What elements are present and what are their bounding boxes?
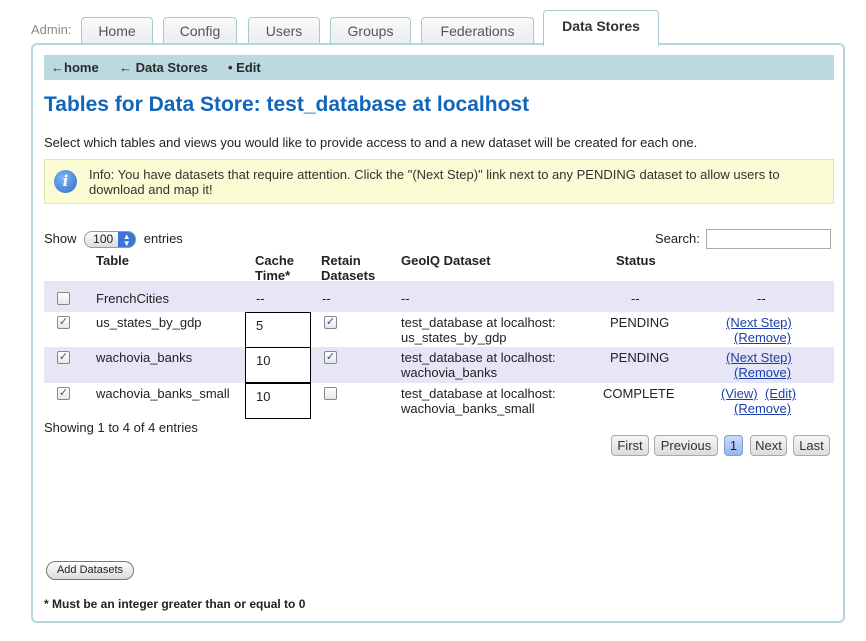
next-step-link-text[interactable]: (Next Step) (726, 350, 792, 365)
dataset-value: test_database at localhost: us_states_by… (401, 315, 556, 345)
edit-link[interactable]: (Edit) (765, 386, 796, 401)
breadcrumb-edit: • Edit (228, 60, 261, 75)
remove-link-text[interactable]: (Remove) (734, 330, 791, 345)
next-page-button[interactable]: Next (750, 435, 787, 456)
row-select-checkbox[interactable]: ✓ (57, 316, 70, 329)
main-panel: ←home ← Data Stores • Edit Tables for Da… (31, 43, 845, 623)
dataset-table: us_states_by_gdp (401, 330, 507, 345)
dataset-value: test_database at localhost: wachovia_ban… (401, 350, 556, 380)
retain-datasets-checkbox[interactable]: ✓ (324, 316, 337, 329)
tab-config[interactable]: Config (163, 17, 237, 44)
table-row: ✓ wachovia_banks_small 10 test_database … (44, 383, 834, 419)
entries-select[interactable]: 100 ▲ ▼ (84, 231, 137, 249)
table-name: wachovia_banks (96, 350, 193, 365)
remove-link[interactable]: (Remove) (734, 365, 791, 380)
search-label: Search: (655, 231, 700, 246)
row-select-checkbox[interactable]: ✓ (57, 387, 70, 400)
page-description: Select which tables and views you would … (44, 135, 698, 150)
dataset-store: test_database at localhost: (401, 315, 556, 330)
current-page-button[interactable]: 1 (724, 435, 743, 456)
next-step-link[interactable]: (Next Step) (726, 350, 792, 365)
column-header-retain-line1: Retain (321, 253, 361, 268)
column-header-cache-line1: Cache (255, 253, 295, 268)
last-page-button[interactable]: Last (793, 435, 830, 456)
page-title: Tables for Data Store: test_database at … (44, 93, 530, 116)
column-header-geoiq-dataset[interactable]: GeoIQ Dataset (401, 253, 491, 268)
next-step-link-text[interactable]: (Next Step) (726, 315, 792, 330)
status-badge: PENDING (610, 315, 670, 330)
dataset-value: test_database at localhost: wachovia_ban… (401, 386, 556, 416)
column-header-status[interactable]: Status (616, 253, 656, 268)
column-header-table[interactable]: Table (96, 253, 129, 268)
tab-users[interactable]: Users (248, 17, 320, 44)
row-select-checkbox[interactable] (57, 292, 70, 305)
table-name: wachovia_banks_small (96, 386, 230, 401)
table-name: FrenchCities (96, 291, 169, 306)
previous-page-button[interactable]: Previous (654, 435, 718, 456)
row-select-checkbox[interactable]: ✓ (57, 351, 70, 364)
status-badge: COMPLETE (603, 386, 675, 401)
add-datasets-button[interactable]: Add Datasets (46, 561, 134, 580)
tab-data-stores[interactable]: Data Stores (543, 10, 659, 46)
cache-time-input[interactable]: 10 (245, 347, 311, 383)
cache-time-input[interactable]: 10 (245, 383, 311, 419)
edit-link-text[interactable]: (Edit) (765, 386, 796, 401)
show-entries: Show 100 ▲ ▼ entries (44, 231, 183, 249)
show-label: Show (44, 231, 77, 246)
dataset-store: test_database at localhost: (401, 386, 556, 401)
next-step-link[interactable]: (Next Step) (726, 315, 792, 330)
table-row: FrenchCities -- -- -- -- -- (44, 281, 834, 312)
search-input[interactable] (706, 229, 831, 249)
dataset-value: -- (401, 291, 410, 306)
tab-home[interactable]: Home (81, 17, 153, 44)
cache-time-input[interactable]: 5 (245, 312, 311, 348)
remove-link[interactable]: (Remove) (734, 401, 791, 416)
entries-label: entries (143, 231, 183, 246)
view-link-text[interactable]: (View) (721, 386, 758, 401)
column-header-cache-time[interactable]: Cache Time* (255, 253, 294, 283)
footnote: * Must be an integer greater than or equ… (44, 597, 306, 611)
info-message: Info: You have datasets that require att… (89, 167, 780, 197)
remove-link-text[interactable]: (Remove) (734, 401, 791, 416)
tab-federations[interactable]: Federations (421, 17, 534, 44)
admin-label: Admin: (31, 22, 72, 37)
table-row: ✓ us_states_by_gdp 5 ✓ test_database at … (44, 312, 834, 348)
dataset-table: wachovia_banks (401, 365, 498, 380)
status-value: -- (631, 291, 640, 306)
breadcrumb-data-stores-link[interactable]: ← Data Stores (119, 60, 208, 75)
entries-select-value: 100 (93, 232, 114, 247)
remove-link-text[interactable]: (Remove) (734, 365, 791, 380)
view-link[interactable]: (View) (721, 386, 758, 401)
dataset-table: wachovia_banks_small (401, 401, 535, 416)
table-row: ✓ wachovia_banks 10 ✓ test_database at l… (44, 347, 834, 383)
table-name: us_states_by_gdp (96, 315, 202, 330)
info-icon: i (54, 170, 77, 193)
actions-value: -- (757, 291, 766, 306)
breadcrumb: ←home ← Data Stores • Edit (44, 55, 834, 80)
cache-time-value: -- (256, 291, 265, 306)
first-page-button[interactable]: First (611, 435, 649, 456)
info-banner: i Info: You have datasets that require a… (44, 159, 834, 204)
showing-entries-text: Showing 1 to 4 of 4 entries (44, 420, 198, 435)
column-header-retain[interactable]: Retain Datasets (321, 253, 375, 283)
status-badge: PENDING (610, 350, 670, 365)
retain-datasets-checkbox[interactable]: ✓ (324, 351, 337, 364)
tab-groups[interactable]: Groups (330, 17, 411, 44)
updown-arrow-icon: ▲ ▼ (118, 232, 136, 248)
dataset-store: test_database at localhost: (401, 350, 556, 365)
retain-datasets-checkbox[interactable] (324, 387, 337, 400)
remove-link[interactable]: (Remove) (734, 330, 791, 345)
retain-value: -- (322, 291, 331, 306)
breadcrumb-home-link[interactable]: ←home (51, 60, 99, 75)
